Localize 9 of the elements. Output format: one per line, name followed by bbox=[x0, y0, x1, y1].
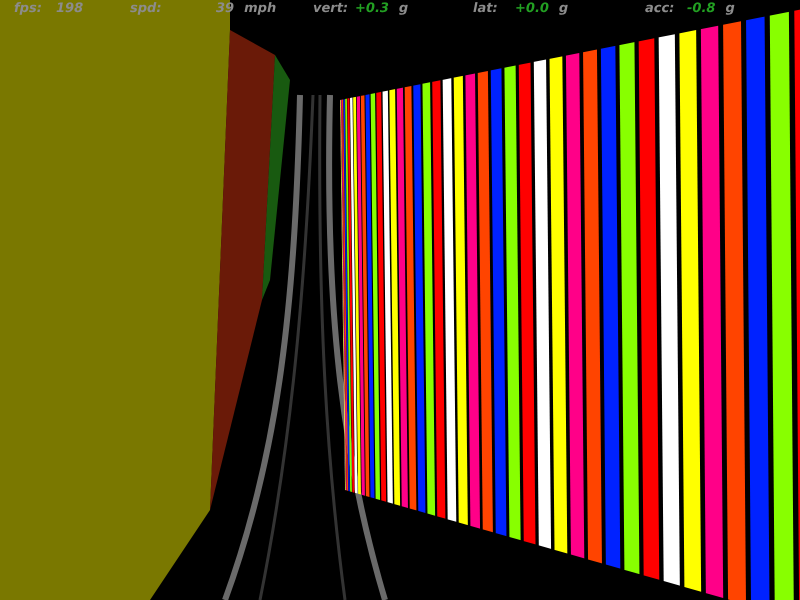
hud-label: spd: bbox=[130, 0, 163, 18]
hud-unit: g bbox=[558, 0, 568, 18]
hud-unit: mph bbox=[244, 0, 276, 18]
hud-value: +0.0 bbox=[515, 0, 549, 18]
hud-unit: g bbox=[725, 0, 735, 18]
hud-value: 198 bbox=[56, 0, 84, 18]
hud-unit: g bbox=[398, 0, 408, 18]
hud-value: +0.3 bbox=[355, 0, 389, 18]
hud-value: -0.8 bbox=[687, 0, 716, 18]
